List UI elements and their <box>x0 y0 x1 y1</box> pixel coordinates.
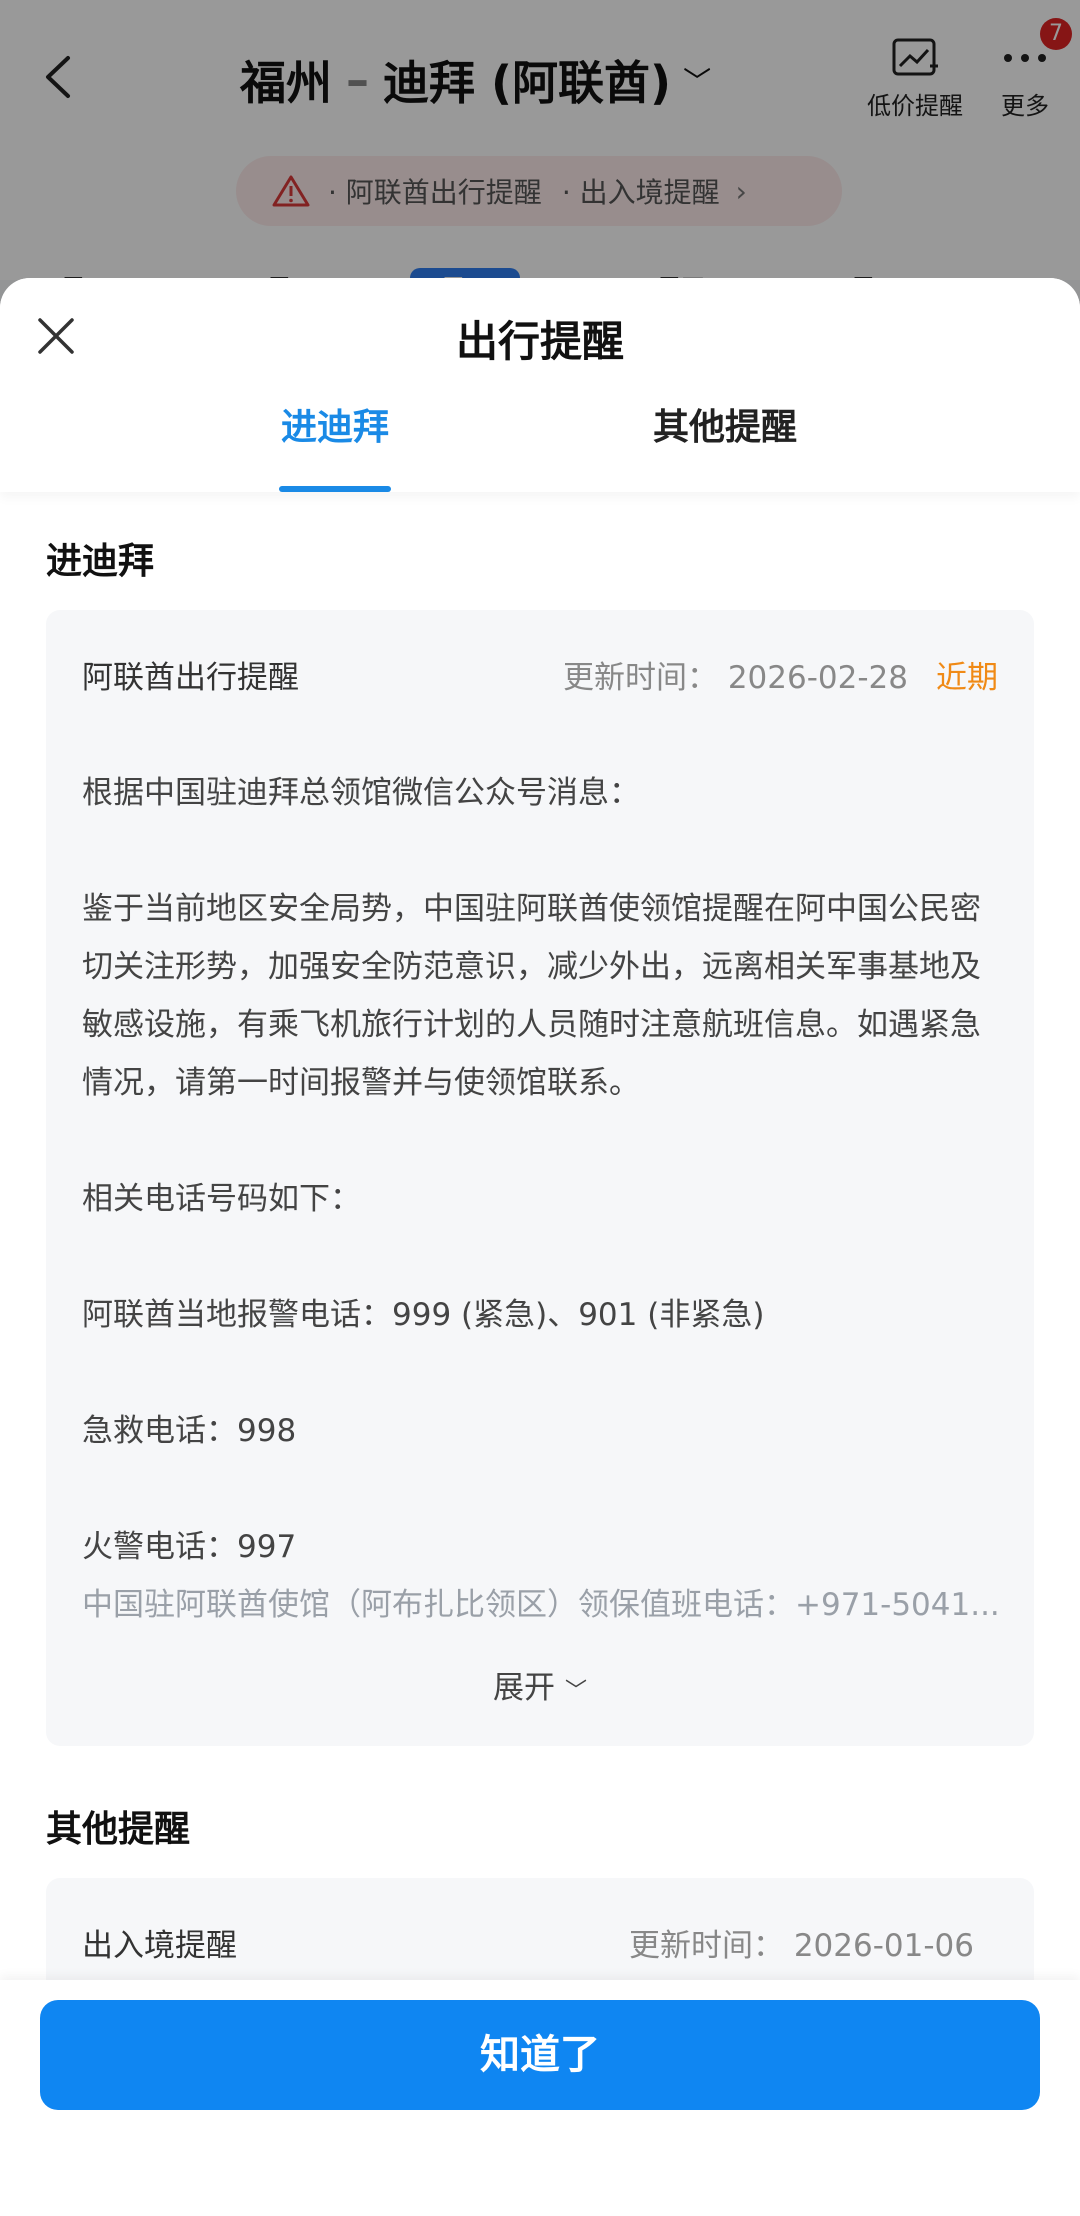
card-paragraph: 火警电话：997 <box>82 1529 297 1565</box>
card-name: 阿联酋出行提醒 <box>82 660 299 696</box>
expand-button[interactable]: 展开 ﹀ <box>46 1662 1034 1707</box>
card-name: 出入境提醒 <box>82 1928 237 1964</box>
card-updated-time: 更新时间： 2026-02-28 <box>562 660 908 696</box>
card-updated-time: 更新时间： 2026-01-06 <box>628 1928 974 1964</box>
sheet-footer: 知道了 <box>0 1980 1080 2216</box>
tab-enter-dubai[interactable]: 进迪拜 <box>240 398 430 468</box>
uae-travel-reminder-card: 阿联酋出行提醒 更新时间： 2026-02-28 近期 根据中国驻迪拜总领馆微信… <box>46 610 1034 1746</box>
got-it-button[interactable]: 知道了 <box>40 2000 1040 2110</box>
recent-tag: 近期 <box>936 660 998 696</box>
section-title-enter-dubai: 进迪拜 <box>46 541 155 582</box>
tab-indicator <box>279 486 391 492</box>
card-paragraph: 相关电话号码如下： <box>82 1181 361 1217</box>
section-title-other-reminders: 其他提醒 <box>46 1809 191 1850</box>
card-header: 阿联酋出行提醒 更新时间： 2026-02-28 近期 <box>82 652 998 696</box>
card-header: 出入境提醒 更新时间： 2026-01-06 <box>82 1920 998 1964</box>
card-paragraph-truncated: 中国驻阿联酋使馆（阿布扎比领区）领保值班电话：+971-5041... <box>82 1587 1000 1623</box>
chevron-down-icon: ﹀ <box>564 1679 587 1704</box>
sheet-header: 出行提醒 进迪拜 其他提醒 <box>0 278 1080 492</box>
expand-label: 展开 <box>492 1670 555 1706</box>
sheet-content[interactable]: 进迪拜 阿联酋出行提醒 更新时间： 2026-02-28 近期 根据中国驻迪拜总… <box>0 492 1080 2192</box>
card-paragraph: 根据中国驻迪拜总领馆微信公众号消息： <box>82 775 640 811</box>
card-paragraph: 急救电话：998 <box>82 1413 297 1449</box>
card-paragraph: 阿联酋当地报警电话：999 (紧急)、901 (非紧急) <box>82 1297 765 1333</box>
tab-other-reminders[interactable]: 其他提醒 <box>630 398 820 468</box>
sheet-title: 出行提醒 <box>455 317 624 366</box>
travel-reminder-sheet: 出行提醒 进迪拜 其他提醒 进迪拜 阿联酋出行提醒 更新时间： 2026-02-… <box>0 278 1080 2216</box>
card-paragraph: 鉴于当前地区安全局势，中国驻阿联酋使领馆提醒在阿中国公民密切关注形势，加强安全防… <box>82 891 981 1101</box>
